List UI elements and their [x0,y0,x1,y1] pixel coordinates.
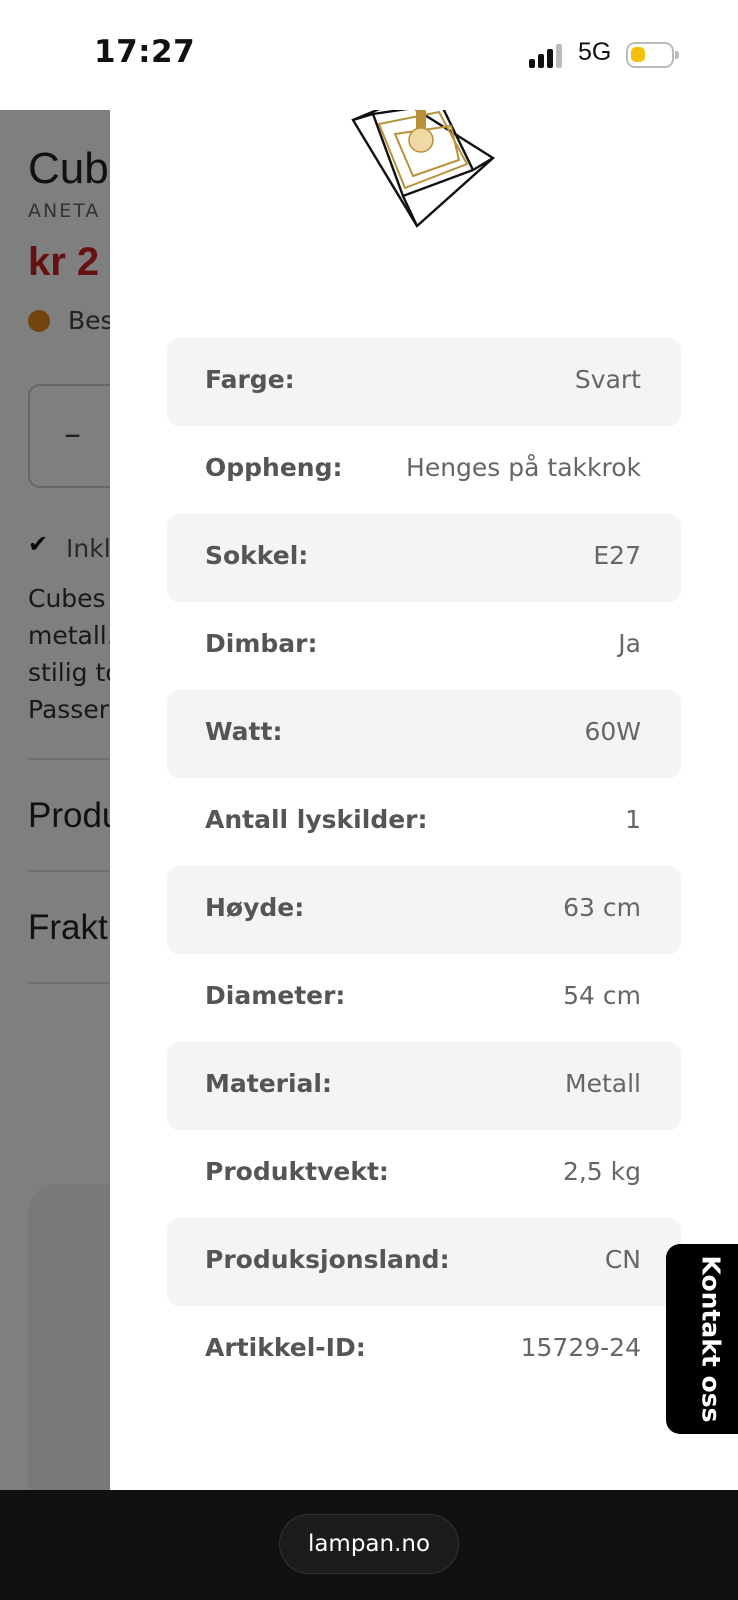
spec-label: Dimbar: [205,629,318,658]
spec-value: Metall [565,1069,641,1098]
spec-label: Artikkel-ID: [205,1333,366,1362]
spec-drawer: Farge: Svart Oppheng: Henges på takkrok Sokk… [110,110,738,1490]
spec-label: Watt: [205,717,283,746]
spec-value: CN [604,1245,641,1274]
spec-row: Dimbar: Ja [167,602,681,690]
spec-value: 2,5 kg [562,1157,641,1186]
spec-value: E27 [593,541,641,570]
spec-value: Henges på takkrok [406,453,641,482]
signal-icon [529,44,565,68]
spec-row: Watt: 60W [167,690,681,778]
spec-label: Antall lyskilder: [205,805,428,834]
contact-button[interactable]: Kontakt oss [666,1244,738,1434]
spec-label: Produksjonsland: [205,1245,450,1274]
spec-row: Høyde: 63 cm [167,866,681,954]
spec-row: Artikkel-ID: 15729-24 [167,1306,681,1394]
spec-label: Diameter: [205,981,346,1010]
contact-label: Kontakt oss [696,1255,726,1423]
spec-value: 1 [625,805,641,834]
spec-value: 63 cm [563,893,641,922]
screen: 17:27 5G Cubes ANETA L kr 2 Bes – ✔ Inkl… [0,0,738,1600]
spec-label: Produktvekt: [205,1157,389,1186]
spec-row: Antall lyskilder: 1 [167,778,681,866]
spec-label: Farge: [205,365,295,394]
spec-row: Material: Metall [167,1042,681,1130]
spec-row: Produksjonsland: CN [167,1218,681,1306]
spec-row: Produktvekt: 2,5 kg [167,1130,681,1218]
url-text: lampan.no [307,1531,431,1557]
spec-label: Material: [205,1069,332,1098]
spec-row: Oppheng: Henges på takkrok [167,426,681,514]
status-time: 17:27 [94,34,196,70]
spec-value: Ja [618,629,641,658]
network-label: 5G [578,38,612,66]
address-bar[interactable]: lampan.no [279,1514,459,1574]
spec-value: 54 cm [563,981,641,1010]
battery-icon [626,42,679,68]
spec-label: Oppheng: [205,453,343,482]
spec-value: 60W [584,717,641,746]
status-bar: 17:27 5G [0,0,738,110]
spec-value: 15729-24 [520,1333,641,1362]
spec-value: Svart [574,365,641,394]
lamp-image [351,110,495,228]
spec-row: Farge: Svart [167,338,681,426]
spec-label: Høyde: [205,893,305,922]
spec-row: Diameter: 54 cm [167,954,681,1042]
spec-row: Sokkel: E27 [167,514,681,602]
browser-bottom-bar: lampan.no [0,1490,738,1600]
spec-label: Sokkel: [205,541,309,570]
